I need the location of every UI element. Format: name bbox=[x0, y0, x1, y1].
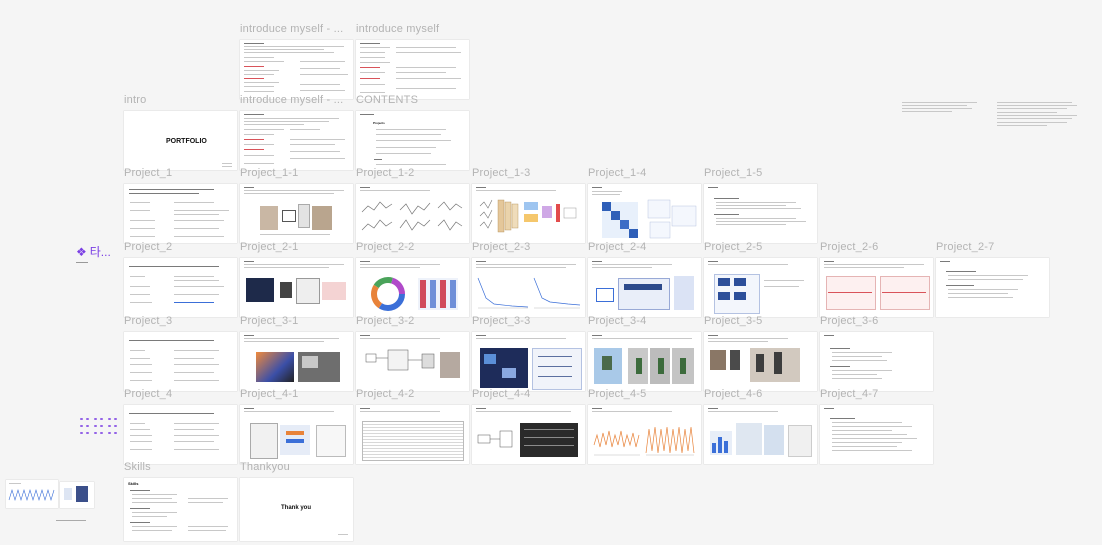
mini-chart-thumbnail[interactable] bbox=[6, 480, 58, 508]
frame-label-project-1-2[interactable]: Project_1-2 bbox=[356, 167, 414, 179]
frame-project-2-5[interactable] bbox=[704, 258, 817, 317]
frame-project-4-6[interactable] bbox=[704, 405, 817, 464]
side-component[interactable]: ❖ 타... bbox=[76, 243, 111, 260]
frame-project-1-1[interactable] bbox=[240, 184, 353, 243]
frame-project-2-1[interactable] bbox=[240, 258, 353, 317]
frame-thankyou[interactable]: Thank you bbox=[240, 478, 353, 541]
frame-label-intro[interactable]: intro bbox=[124, 94, 146, 106]
mini-diagram-thumbnail[interactable] bbox=[60, 482, 94, 508]
text-note-1[interactable] bbox=[902, 102, 982, 114]
frame-label-project-3-2[interactable]: Project_3-2 bbox=[356, 315, 414, 327]
frame-label-project-1[interactable]: Project_1 bbox=[124, 167, 172, 179]
frame-label-contents[interactable]: CONTENTS bbox=[356, 94, 468, 106]
frame-introduce-myself-2[interactable] bbox=[356, 40, 469, 99]
frame-project-3[interactable] bbox=[124, 332, 237, 391]
frame-introduce-myself-3[interactable] bbox=[240, 111, 353, 170]
frame-project-4-7[interactable] bbox=[820, 405, 933, 464]
frame-project-2-6[interactable] bbox=[820, 258, 933, 317]
frame-project-4[interactable] bbox=[124, 405, 237, 464]
frame-project-4-5[interactable] bbox=[588, 405, 701, 464]
frame-project-3-2[interactable] bbox=[356, 332, 469, 391]
confusion-matrix bbox=[602, 199, 697, 239]
frame-project-3-5[interactable] bbox=[704, 332, 817, 391]
frame-project-2-4[interactable] bbox=[588, 258, 701, 317]
frame-label-project-3-1[interactable]: Project_3-1 bbox=[240, 315, 298, 327]
frame-project-4-2[interactable] bbox=[356, 405, 469, 464]
frame-label-project-3-5[interactable]: Project_3-5 bbox=[704, 315, 762, 327]
frame-project-3-4[interactable] bbox=[588, 332, 701, 391]
frame-project-2-3[interactable] bbox=[472, 258, 585, 317]
frame-project-3-1[interactable] bbox=[240, 332, 353, 391]
loss-curves bbox=[477, 277, 581, 309]
frame-label-project-1-3[interactable]: Project_1-3 bbox=[472, 167, 530, 179]
frame-skills[interactable]: Skills bbox=[124, 478, 237, 541]
frame-label-project-4-7[interactable]: Project_4-7 bbox=[820, 388, 878, 400]
thank-you-title: Thank you bbox=[281, 505, 312, 511]
frame-label-project-4-5[interactable]: Project_4-5 bbox=[588, 388, 646, 400]
frame-label-thankyou[interactable]: Thankyou bbox=[240, 461, 290, 473]
frame-project-1[interactable] bbox=[124, 184, 237, 243]
frame-label-project-3-4[interactable]: Project_3-4 bbox=[588, 315, 646, 327]
component-icon: ❖ bbox=[76, 244, 87, 259]
frame-label-project-3[interactable]: Project_3 bbox=[124, 315, 172, 327]
frame-intro[interactable]: PORTFOLIO bbox=[124, 111, 237, 170]
frame-label-project-1-4[interactable]: Project_1-4 bbox=[588, 167, 646, 179]
frame-project-1-5[interactable] bbox=[704, 184, 817, 243]
frame-label-project-4-2[interactable]: Project_4-2 bbox=[356, 388, 414, 400]
frame-project-2[interactable] bbox=[124, 258, 237, 317]
frame-label-project-3-3[interactable]: Project_3-3 bbox=[472, 315, 530, 327]
frame-project-3-6[interactable] bbox=[820, 332, 933, 391]
frame-label-project-2-3[interactable]: Project_2-3 bbox=[472, 241, 530, 253]
frame-project-1-4[interactable] bbox=[588, 184, 701, 243]
frame-label-project-2-6[interactable]: Project_2-6 bbox=[820, 241, 878, 253]
frame-label-project-4-4[interactable]: Project_4-4 bbox=[472, 388, 530, 400]
frame-label-project-2-1[interactable]: Project_2-1 bbox=[240, 241, 298, 253]
frame-contents[interactable]: Projects bbox=[356, 111, 469, 170]
frame-label-project-2-5[interactable]: Project_2-5 bbox=[704, 241, 762, 253]
frame-project-3-3[interactable] bbox=[472, 332, 585, 391]
frame-label-skills[interactable]: Skills bbox=[124, 461, 151, 473]
portfolio-title: PORTFOLIO bbox=[166, 138, 207, 145]
frame-project-1-3[interactable] bbox=[472, 184, 585, 243]
figma-canvas[interactable]: introduce myself - ... introduce myself bbox=[0, 0, 1102, 545]
waveform-plots bbox=[361, 201, 463, 231]
frame-label-project-4-1[interactable]: Project_4-1 bbox=[240, 388, 298, 400]
frame-label-project-4[interactable]: Project_4 bbox=[124, 388, 172, 400]
contents-heading: Projects bbox=[373, 121, 385, 125]
frame-project-1-2[interactable] bbox=[356, 184, 469, 243]
frame-project-4-4[interactable] bbox=[472, 405, 585, 464]
system-flow-diagram bbox=[365, 349, 460, 378]
frame-label-project-2[interactable]: Project_2 bbox=[124, 241, 172, 253]
frame-project-4-1[interactable] bbox=[240, 405, 353, 464]
text-note-2[interactable] bbox=[997, 102, 1082, 130]
frame-label-introduce-myself-1[interactable]: introduce myself - ... bbox=[240, 23, 352, 35]
model-architecture-diagram bbox=[479, 199, 577, 233]
frame-project-2-7[interactable] bbox=[936, 258, 1049, 317]
frame-label-project-3-6[interactable]: Project_3-6 bbox=[820, 315, 878, 327]
frame-label-project-1-5[interactable]: Project_1-5 bbox=[704, 167, 762, 179]
frame-label-project-2-4[interactable]: Project_2-4 bbox=[588, 241, 646, 253]
frame-project-2-2[interactable] bbox=[356, 258, 469, 317]
frame-label-project-4-6[interactable]: Project_4-6 bbox=[704, 388, 762, 400]
frame-introduce-myself-1[interactable] bbox=[240, 40, 353, 99]
donut-and-heatmap bbox=[371, 277, 458, 311]
frame-label-introduce-myself-2[interactable]: introduce myself bbox=[356, 23, 468, 35]
frame-label-project-1-1[interactable]: Project_1-1 bbox=[240, 167, 298, 179]
skills-title: Skills bbox=[128, 481, 139, 486]
frame-label-project-2-2[interactable]: Project_2-2 bbox=[356, 241, 414, 253]
frame-label-introduce-myself-3[interactable]: introduce myself - ... bbox=[240, 94, 352, 106]
time-series-plots bbox=[593, 426, 695, 456]
frame-label-project-2-7[interactable]: Project_2-7 bbox=[936, 241, 994, 253]
component-grid[interactable] bbox=[80, 418, 120, 440]
